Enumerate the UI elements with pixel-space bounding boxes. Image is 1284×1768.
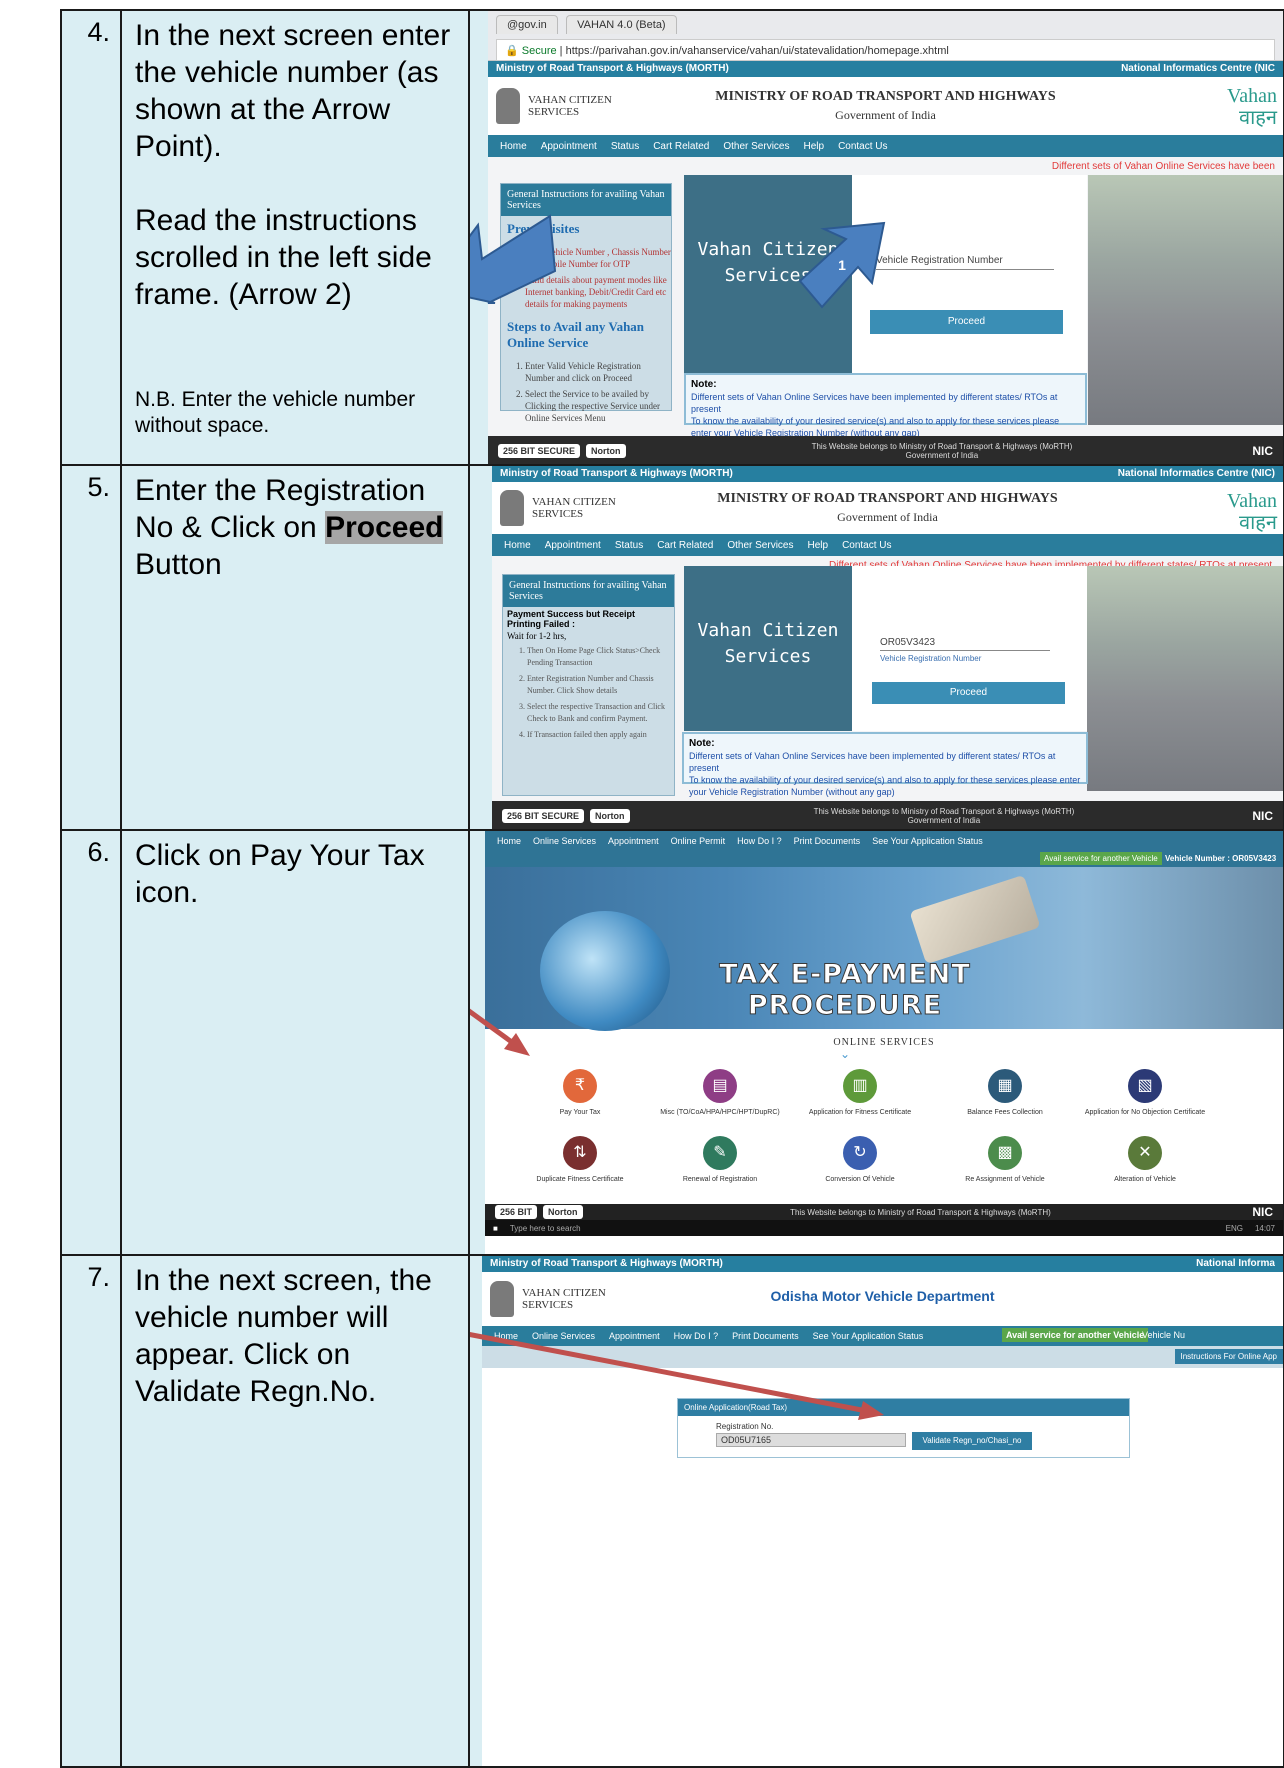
red-arrow-line: [471, 1009, 522, 1051]
red-arrow-overlay: [471, 1332, 884, 1420]
secure-badge: 256 BIT SECURE: [502, 809, 585, 823]
step-number: 7.: [60, 1254, 122, 1768]
step-instruction: In the next screen, the vehicle number w…: [135, 1264, 432, 1408]
list-item: Enter Registration Number and Chassis Nu…: [527, 673, 674, 697]
nav-item-cart[interactable]: Cart Related: [657, 540, 713, 551]
top-strip: Ministry of Road Transport & Highways (M…: [492, 467, 1282, 482]
nav-item-help[interactable]: Help: [807, 540, 828, 551]
site-header: VAHAN CITIZEN SERVICES MINISTRY OF ROAD …: [492, 482, 1282, 534]
nav-item-other-services[interactable]: Other Services: [727, 540, 793, 551]
note-title: Note:: [689, 738, 715, 749]
screenshot-cell: Ministry of Road Transport & Highways (M…: [468, 1254, 1284, 1768]
nav-item-contact[interactable]: Contact Us: [842, 540, 891, 551]
instruction-page: 4. In the next screen enter the vehicle …: [0, 0, 1284, 1768]
proceed-button[interactable]: Proceed: [872, 682, 1065, 704]
screenshot-cell: @gov.in VAHAN 4.0 (Beta) 🔒 Secure | http…: [468, 9, 1284, 466]
nic-logo: NIC: [1252, 809, 1273, 823]
instructions-panel: General Instructions for availing Vahan …: [502, 574, 675, 796]
step-number: 5.: [60, 464, 122, 831]
registration-input[interactable]: OR05V3423: [880, 637, 1050, 651]
nav-bar: Home Appointment Status Cart Related Oth…: [492, 534, 1282, 556]
step-text: In the next screen, the vehicle number w…: [120, 1254, 470, 1768]
step-number: 6.: [60, 829, 122, 1256]
table-row: 5. Enter the Registration No & Click on …: [60, 464, 1284, 831]
list-item: If Transaction failed then apply again: [527, 729, 674, 741]
note-box: Note: Different sets of Vahan Online Ser…: [682, 732, 1088, 797]
table-row: 6. Click on Pay Your Tax icon. Home Onli…: [60, 829, 1284, 1256]
arrow-overlay: [471, 214, 886, 309]
instructions-wait: Wait for 1-2 hrs,: [507, 631, 567, 641]
instructions-subtitle: Payment Success but Receipt Printing Fai…: [507, 609, 636, 629]
nav-item-appointment[interactable]: Appointment: [545, 540, 601, 551]
step-note: N.B. Enter the vehicle number without sp…: [135, 388, 416, 437]
road-photo: [1087, 566, 1282, 791]
gov-name: Government of India: [837, 510, 938, 524]
red-arrowhead-icon: [858, 1401, 884, 1420]
site-footer: 256 BIT SECURE Norton This Website belong…: [492, 801, 1282, 828]
step-text: Enter the Registration No & Click on Pro…: [120, 464, 470, 831]
list-item: Then On Home Page Click Status>Check Pen…: [527, 645, 674, 669]
arrow-1-label: 1: [838, 257, 846, 273]
nav-item-status[interactable]: Status: [615, 540, 643, 551]
top-strip-left: Ministry of Road Transport & Highways (M…: [500, 468, 733, 479]
table-row: 7. In the next screen, the vehicle numbe…: [60, 1254, 1284, 1768]
arrow-2-icon: [471, 214, 557, 304]
red-arrow-line: [471, 1332, 873, 1415]
step-text: In the next screen enter the vehicle num…: [120, 9, 470, 466]
step-instruction-2: Read the instructions scrolled in the le…: [135, 204, 432, 311]
note-line: Different sets of Vahan Online Services …: [689, 751, 1056, 773]
hero-panel: Vahan Citizen Services: [684, 566, 852, 731]
table-row: 4. In the next screen enter the vehicle …: [60, 9, 1284, 466]
ministry-title: MINISTRY OF ROAD TRANSPORT AND HIGHWAYS G…: [492, 491, 1282, 525]
instructions-title: General Instructions for availing Vahan …: [503, 575, 674, 607]
red-arrow-overlay: [471, 1009, 530, 1056]
step-instruction-end: Button: [135, 548, 222, 581]
vahan-logo: Vahan वाहन: [1227, 490, 1277, 534]
nav-item-home[interactable]: Home: [504, 540, 531, 551]
screenshot-vahan-entered: Ministry of Road Transport & Highways (M…: [492, 467, 1282, 828]
top-strip-right: National Informatics Centre (NIC): [1117, 468, 1275, 479]
proceed-highlight: Proceed: [325, 511, 444, 544]
screenshot-cell: Ministry of Road Transport & Highways (M…: [468, 464, 1284, 831]
ministry-name: MINISTRY OF ROAD TRANSPORT AND HIGHWAYS: [717, 491, 1058, 506]
registration-label: Vehicle Registration Number: [880, 654, 982, 663]
arrow-2-label: 2: [471, 247, 474, 263]
note-line: To know the availability of your desired…: [689, 775, 1081, 797]
step-number: 4.: [60, 9, 122, 466]
instructions-list: Then On Home Page Click Status>Check Pen…: [503, 645, 674, 741]
steps-table: 4. In the next screen enter the vehicle …: [60, 9, 1284, 1768]
screenshot-cell: Home Online Services Appointment Online …: [468, 829, 1284, 1256]
step-instruction: Click on Pay Your Tax icon.: [135, 839, 425, 909]
footer-text: This Website belongs to Ministry of Road…: [813, 807, 1075, 825]
norton-badge: Norton: [590, 809, 630, 823]
step-instruction: In the next screen enter the vehicle num…: [135, 19, 451, 163]
list-item: Select the respective Transaction and Cl…: [527, 701, 674, 725]
step-text: Click on Pay Your Tax icon.: [120, 829, 470, 1256]
registration-form: OR05V3423 Vehicle Registration Number Pr…: [852, 566, 1087, 731]
